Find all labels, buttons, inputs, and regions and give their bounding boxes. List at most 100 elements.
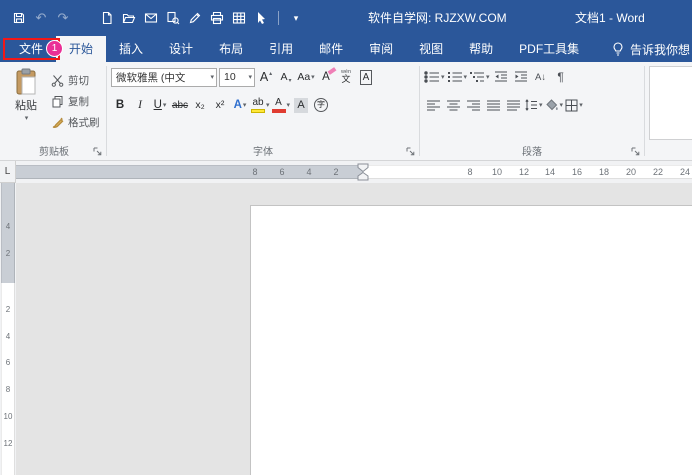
justify-button[interactable] <box>484 95 502 115</box>
decrease-indent-button[interactable] <box>492 67 510 87</box>
tab-pdf-tools[interactable]: PDF工具集 <box>506 36 592 62</box>
subscript-button[interactable]: x₂ <box>191 95 209 115</box>
tab-help[interactable]: 帮助 <box>456 36 506 62</box>
undo-icon[interactable]: ↶ <box>30 7 52 29</box>
tab-design[interactable]: 设计 <box>156 36 206 62</box>
superscript-button[interactable]: x² <box>211 95 229 115</box>
ruler-number: 22 <box>649 166 667 178</box>
text-effects-dropdown-icon[interactable]: ▾ <box>243 101 247 109</box>
tab-home[interactable]: 开始 <box>56 36 106 62</box>
numbered-list-dropdown-icon[interactable]: ▾ <box>464 73 468 81</box>
grow-font-button[interactable]: A▴ <box>257 67 275 87</box>
numbered-list-button[interactable]: ▾ <box>447 67 468 87</box>
paste-dropdown-icon[interactable]: ▾ <box>25 114 29 122</box>
align-left-button[interactable] <box>424 95 442 115</box>
borders-dropdown-icon[interactable]: ▾ <box>579 101 583 109</box>
paragraph-group: ▾ ▾ ▾ A↓ ¶ <box>420 62 644 160</box>
multilevel-list-button[interactable]: ▾ <box>469 67 490 87</box>
select-cursor-icon[interactable] <box>250 7 272 29</box>
tab-references[interactable]: 引用 <box>256 36 306 62</box>
underline-letter: U <box>154 99 162 111</box>
borders-button[interactable]: ▾ <box>565 95 583 115</box>
line-spacing-icon <box>524 99 538 111</box>
font-size-value: 10 <box>224 71 247 83</box>
paragraph-dialog-launcher[interactable] <box>629 145 641 157</box>
font-color-bar <box>272 109 286 113</box>
strikethrough-button[interactable]: abc <box>171 95 189 115</box>
increase-indent-button[interactable] <box>512 67 530 87</box>
character-border-letter: A <box>360 70 373 85</box>
print-preview-icon[interactable] <box>162 7 184 29</box>
table-icon[interactable] <box>228 7 250 29</box>
tab-view[interactable]: 视图 <box>406 36 456 62</box>
paste-label: 粘贴 <box>15 97 37 113</box>
styles-gallery-partial[interactable] <box>649 66 692 140</box>
qat-customize-dropdown-icon[interactable]: ▾ <box>285 7 307 29</box>
change-case-button[interactable]: Aa▾ <box>297 67 315 87</box>
save-icon[interactable] <box>8 7 30 29</box>
document-page[interactable] <box>250 205 692 475</box>
underline-button[interactable]: U▾ <box>151 95 169 115</box>
line-spacing-dropdown-icon[interactable]: ▾ <box>539 101 543 109</box>
cut-button[interactable]: 剪切 <box>51 71 100 89</box>
enclose-characters-button[interactable]: 字 <box>312 95 330 115</box>
tab-mailings[interactable]: 邮件 <box>306 36 356 62</box>
ruler-number: 14 <box>541 166 559 178</box>
clipboard-commands: 剪切 复制 格式刷 <box>51 71 100 142</box>
clear-formatting-button[interactable]: A <box>317 67 335 87</box>
bullet-list-icon <box>424 71 440 83</box>
tab-review[interactable]: 审阅 <box>356 36 406 62</box>
bullet-list-dropdown-icon[interactable]: ▾ <box>441 73 445 81</box>
font-name-select[interactable]: 微软雅黑 (中文 ▾ <box>111 68 217 87</box>
ruler-number: 20 <box>622 166 640 178</box>
bold-button[interactable]: B <box>111 95 129 115</box>
paste-button[interactable]: 粘贴 ▾ <box>4 65 48 142</box>
sort-button[interactable]: A↓ <box>532 67 550 87</box>
ruler-number: 16 <box>568 166 586 178</box>
shrink-font-button[interactable]: A▾ <box>277 67 295 87</box>
font-name-dropdown-icon[interactable]: ▾ <box>210 73 214 81</box>
line-spacing-button[interactable]: ▾ <box>524 95 543 115</box>
bullet-list-button[interactable]: ▾ <box>424 67 445 87</box>
text-highlight-button[interactable]: ab ▾ <box>251 95 270 115</box>
multilevel-list-dropdown-icon[interactable]: ▾ <box>486 73 490 81</box>
tab-layout[interactable]: 布局 <box>206 36 256 62</box>
show-hide-marks-button[interactable]: ¶ <box>552 67 570 87</box>
text-effects-button[interactable]: A▾ <box>231 95 249 115</box>
font-dialog-launcher[interactable] <box>404 145 416 157</box>
shading-dropdown-icon[interactable]: ▾ <box>560 101 564 109</box>
clipboard-dialog-launcher[interactable] <box>91 145 103 157</box>
font-size-dropdown-icon[interactable]: ▾ <box>248 73 252 81</box>
font-size-select[interactable]: 10 ▾ <box>219 68 255 87</box>
spelling-pen-icon[interactable] <box>184 7 206 29</box>
email-icon[interactable] <box>140 7 162 29</box>
phonetic-bottom-text: 文 <box>341 75 350 84</box>
font-color-dropdown-icon[interactable]: ▾ <box>287 101 291 109</box>
character-shading-button[interactable]: A <box>292 95 310 115</box>
underline-dropdown-icon[interactable]: ▾ <box>163 101 167 109</box>
character-border-button[interactable]: A <box>357 67 375 87</box>
numbered-list-icon <box>447 71 463 83</box>
qat-separator <box>278 11 279 25</box>
tab-insert[interactable]: 插入 <box>106 36 156 62</box>
italic-button[interactable]: I <box>131 95 149 115</box>
highlight-dropdown-icon[interactable]: ▾ <box>266 101 270 109</box>
ribbon-tab-bar: 文件 开始 插入 设计 布局 引用 邮件 审阅 视图 帮助 PDF工具集 告诉我… <box>0 36 692 62</box>
distribute-button[interactable] <box>504 95 522 115</box>
tab-stop-selector[interactable]: L <box>0 161 16 183</box>
document-title: 文档1 - Word <box>575 0 645 36</box>
phonetic-guide-button[interactable]: wén 文 <box>337 67 355 87</box>
justify-icon <box>486 100 501 111</box>
align-right-button[interactable] <box>464 95 482 115</box>
quick-print-icon[interactable] <box>206 7 228 29</box>
indent-markers[interactable] <box>357 163 369 181</box>
open-folder-icon[interactable] <box>118 7 140 29</box>
redo-icon[interactable]: ↷ <box>52 7 74 29</box>
new-document-icon[interactable] <box>96 7 118 29</box>
format-painter-button[interactable]: 格式刷 <box>51 113 100 131</box>
copy-button[interactable]: 复制 <box>51 92 100 110</box>
shading-button[interactable]: ▾ <box>545 95 564 115</box>
font-color-button[interactable]: A ▾ <box>272 95 291 115</box>
tell-me-box[interactable]: 告诉我你想 <box>611 36 692 62</box>
align-center-button[interactable] <box>444 95 462 115</box>
